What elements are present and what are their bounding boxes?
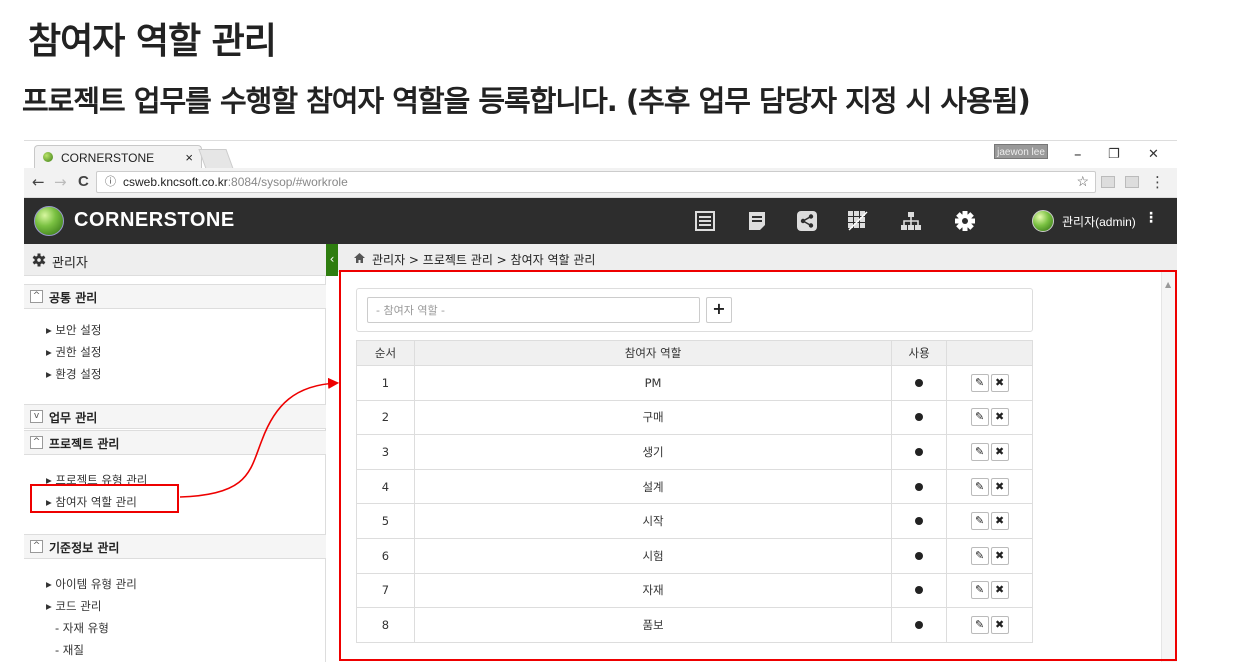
annotation-arrow bbox=[179, 377, 340, 498]
